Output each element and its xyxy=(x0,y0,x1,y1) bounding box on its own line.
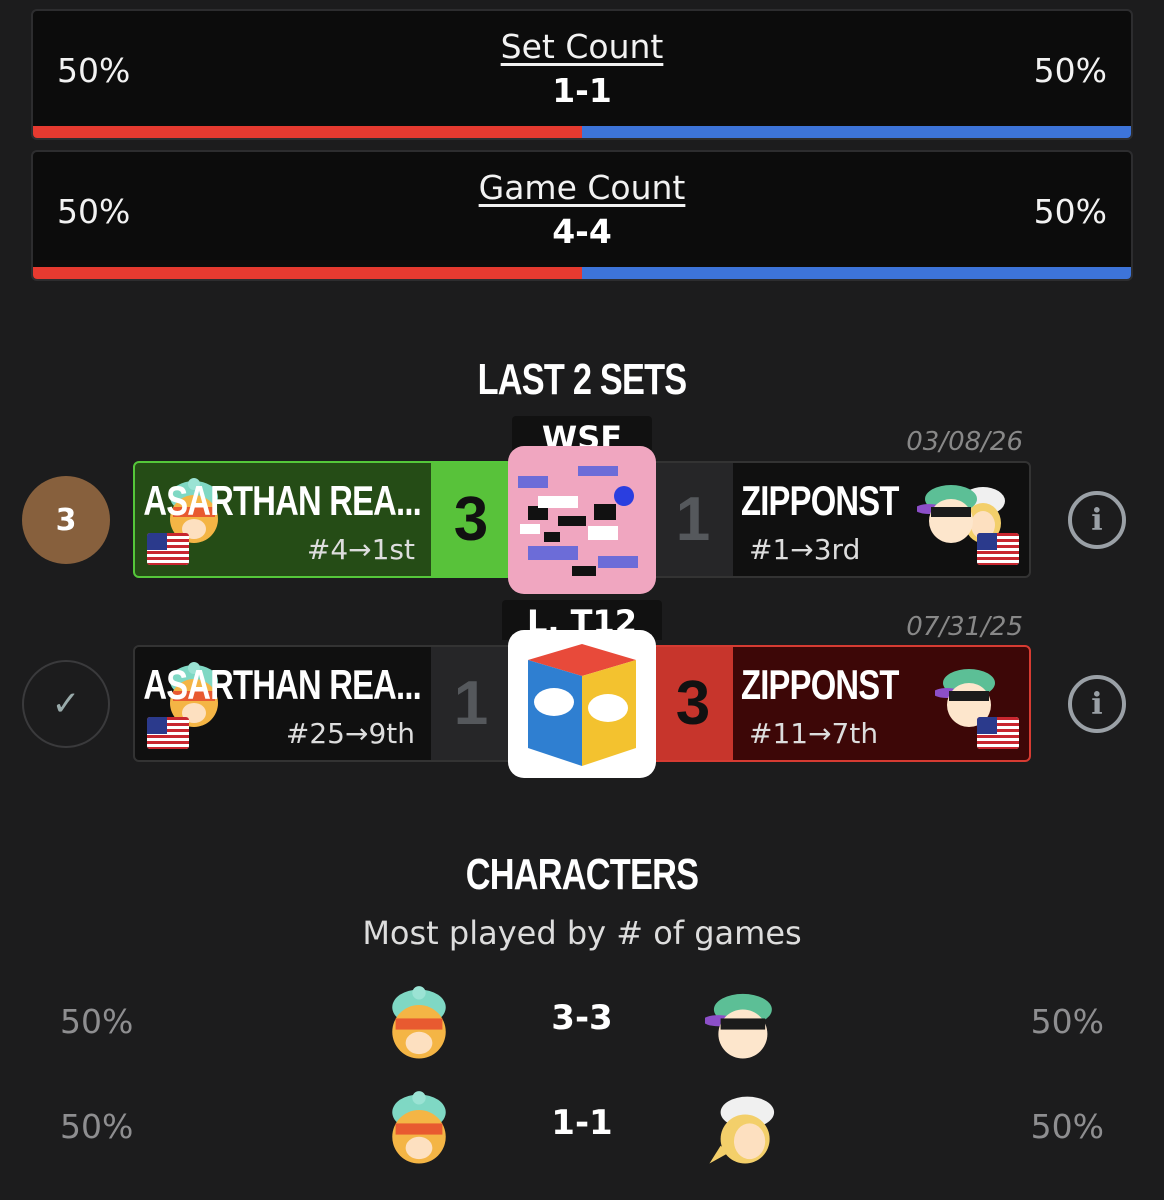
info-icon[interactable]: i xyxy=(1068,491,1126,549)
set-count-card: 50% Set Count 1-1 50% xyxy=(31,9,1133,140)
game-count-card: 50% Game Count 4-4 50% xyxy=(31,150,1133,281)
left-player-box[interactable]: ASARTHAN REA... #25→9th 1 xyxy=(133,645,513,762)
last-sets-title: LAST 2 SETS xyxy=(477,355,688,404)
characters-title: CHARACTERS xyxy=(465,850,699,899)
us-flag-icon xyxy=(147,717,189,749)
right-player-score: 1 xyxy=(653,463,733,576)
right-player-seed: #11→7th xyxy=(749,717,879,750)
event-logo-image xyxy=(508,630,656,778)
info-icon[interactable]: i xyxy=(1068,675,1126,733)
placement-badge: 3 xyxy=(22,476,110,564)
game-count-title[interactable]: Game Count xyxy=(33,168,1131,207)
set-count-bar-left xyxy=(33,126,582,138)
character-row: 50% 3-3 50% xyxy=(0,980,1164,1070)
left-player-name: ASARTHAN REA... xyxy=(143,477,421,524)
right-player-box[interactable]: 3 ZIPPONST #11→7th xyxy=(651,645,1031,762)
character-score: 3-3 xyxy=(551,998,613,1038)
game-count-bar-right xyxy=(582,267,1131,279)
game-count-bar xyxy=(33,267,1131,279)
set-date: 07/31/25 xyxy=(906,612,1023,642)
set-count-bar-right xyxy=(582,126,1131,138)
white-cap-blonde-character-icon xyxy=(709,1096,775,1164)
game-count-bar-left xyxy=(33,267,582,279)
character-row: 50% 1-1 50% xyxy=(0,1085,1164,1175)
right-player-score: 3 xyxy=(653,647,733,760)
green-cap-character-icon xyxy=(705,993,772,1059)
right-player-name: ZIPPONST xyxy=(741,477,899,524)
us-flag-icon xyxy=(977,717,1019,749)
character-right-percent: 50% xyxy=(1030,1002,1104,1041)
set-count-title[interactable]: Set Count xyxy=(33,27,1131,66)
characters-subtitle: Most played by # of games xyxy=(362,914,802,952)
character-right-percent: 50% xyxy=(1030,1107,1104,1146)
left-player-score: 1 xyxy=(431,647,511,760)
right-player-box[interactable]: 1 ZIPPONST #1→3rd xyxy=(651,461,1031,578)
us-flag-icon xyxy=(977,533,1019,565)
game-count-score: 4-4 xyxy=(552,212,612,251)
left-player-seed: #25→9th xyxy=(285,717,415,750)
event-logo-image xyxy=(508,446,656,594)
set-count-score: 1-1 xyxy=(552,71,612,110)
left-player-score: 3 xyxy=(431,463,511,576)
checkmark-badge: ✓ xyxy=(22,660,110,748)
left-player-box[interactable]: ASARTHAN REA... #4→1st 3 xyxy=(133,461,513,578)
right-player-name: ZIPPONST xyxy=(741,661,899,708)
us-flag-icon xyxy=(147,533,189,565)
right-player-seed: #1→3rd xyxy=(749,533,861,566)
character-score: 1-1 xyxy=(551,1103,613,1143)
left-player-seed: #4→1st xyxy=(306,533,415,566)
left-player-name: ASARTHAN REA... xyxy=(143,661,421,708)
set-date: 03/08/26 xyxy=(906,427,1023,457)
game-count-right-percent: 50% xyxy=(1033,192,1107,231)
set-count-right-percent: 50% xyxy=(1033,51,1107,90)
set-count-bar xyxy=(33,126,1131,138)
